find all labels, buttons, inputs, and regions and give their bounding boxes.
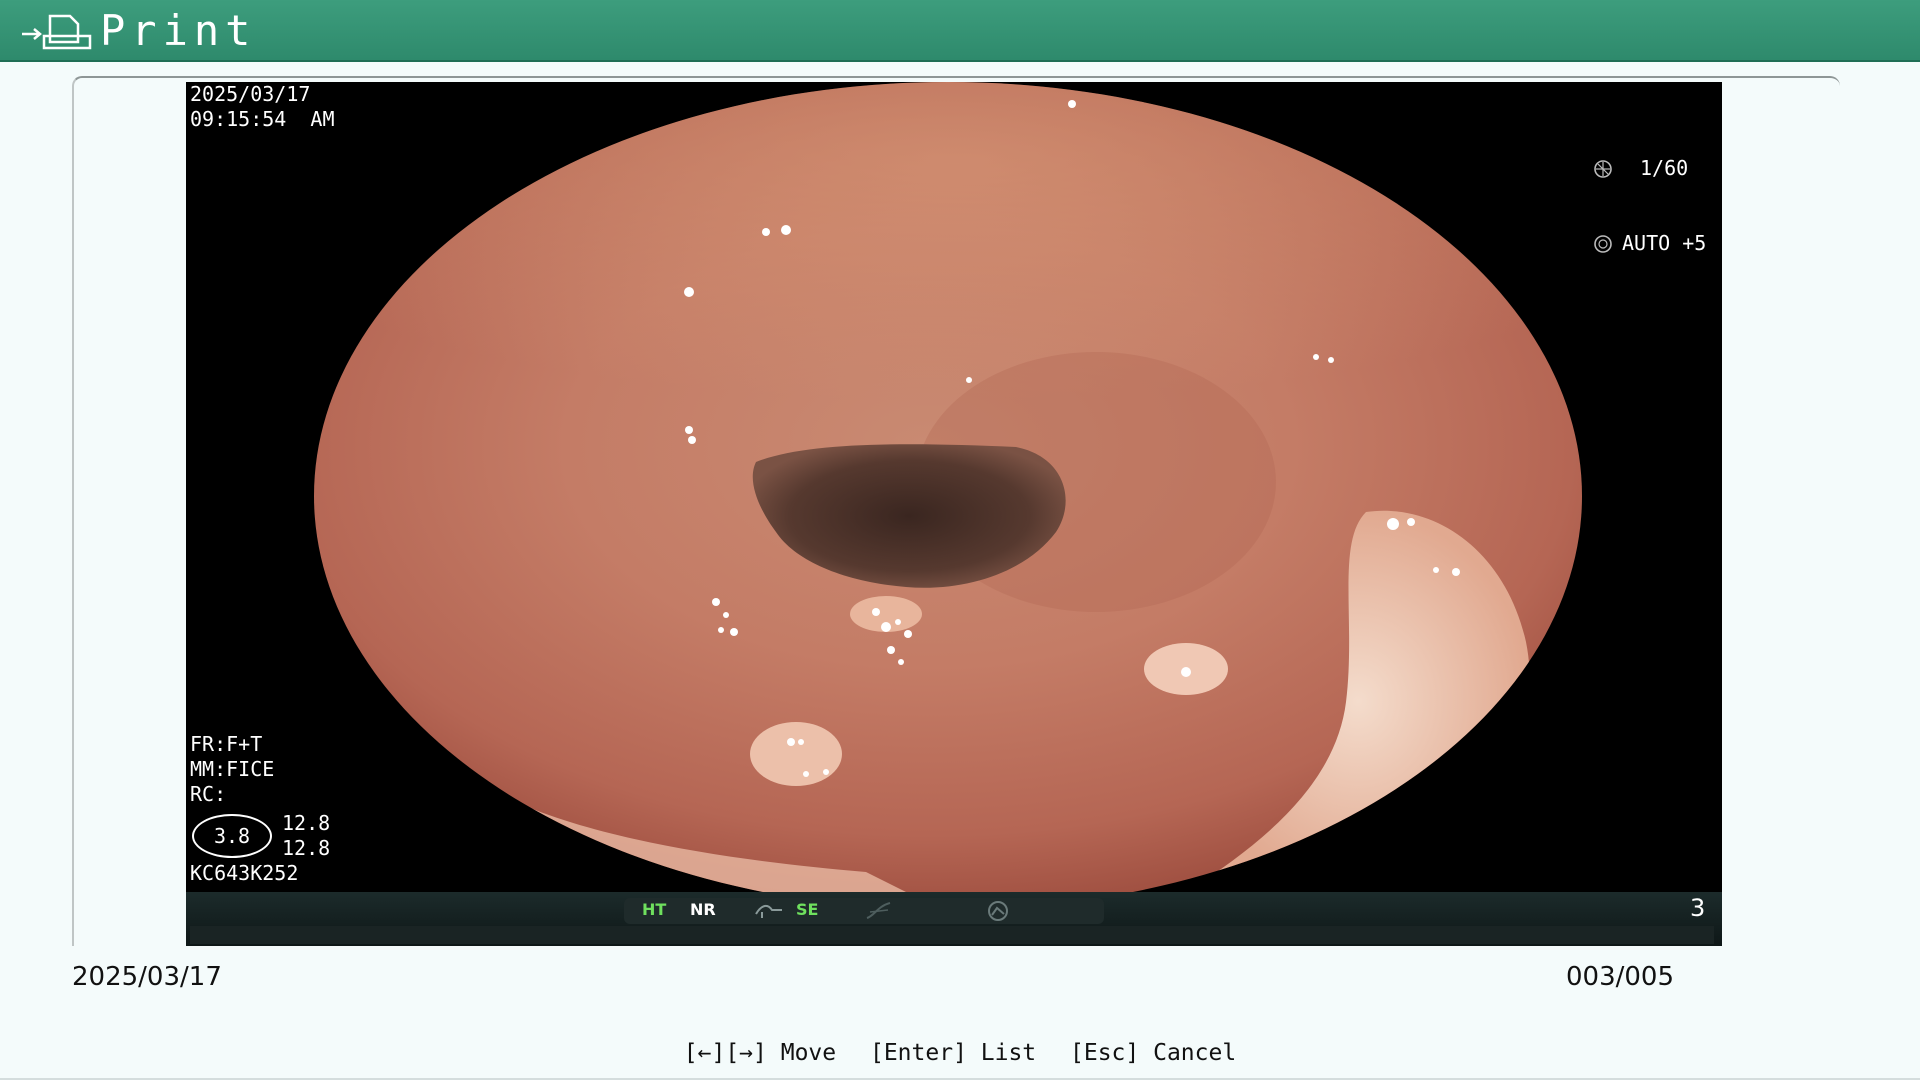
osd-time: 09:15:54 AM [190, 107, 335, 131]
curve-icon [866, 902, 891, 919]
osd-settings: FR:F+T MM:FICE RC: [190, 732, 274, 807]
window-title: Print [100, 6, 257, 55]
osd-datetime: 2025/03/17 09:15:54 AM [190, 82, 335, 132]
help-move: [←][→] Move [683, 1040, 837, 1066]
osd-exposure: 1/60 AUTO +5 [1592, 106, 1706, 306]
osd-date: 2025/03/17 [190, 82, 311, 106]
help-list: [Enter] List [869, 1040, 1037, 1066]
endoscope-image: 2025/03/17 09:15:54 AM 1/60 AUTO +5 FR:F+… [186, 82, 1722, 946]
osd-scope-id: KC643K252 [190, 861, 299, 885]
osd-rc-values: 12.8 12.8 [282, 811, 331, 860]
osd-fr: FR:F+T [190, 732, 263, 756]
osd-rc: RC: [190, 782, 227, 806]
shutter-icon [1594, 159, 1612, 178]
footer-date: 2025/03/17 [72, 962, 222, 992]
iris-icon [1594, 234, 1612, 253]
rc-value-badge: 3.8 [192, 814, 272, 858]
page-counter: 003/005 [1566, 962, 1675, 992]
osd-iris: AUTO +5 [1622, 231, 1707, 255]
osd-mm: MM:FICE [190, 757, 275, 781]
print-arrow-icon [22, 14, 92, 50]
endoscopy-photo [186, 82, 1722, 892]
recording-icon [988, 901, 1008, 921]
structure-enhance-icon [755, 904, 782, 918]
help-cancel: [Esc] Cancel [1070, 1040, 1237, 1066]
mode-se: SE [796, 900, 819, 919]
status-bar-track [190, 926, 1714, 944]
mode-nr: NR [690, 900, 716, 919]
osd-shutter: 1/60 [1640, 156, 1689, 180]
status-bar: HT NR SE [186, 892, 1722, 946]
mode-ht: HT [642, 900, 667, 919]
title-bar: Print [0, 0, 1920, 62]
key-help: [←][→] Move [Enter] List [Esc] Cancel [0, 1040, 1920, 1066]
osd-frame-index: 3 [1690, 894, 1706, 922]
